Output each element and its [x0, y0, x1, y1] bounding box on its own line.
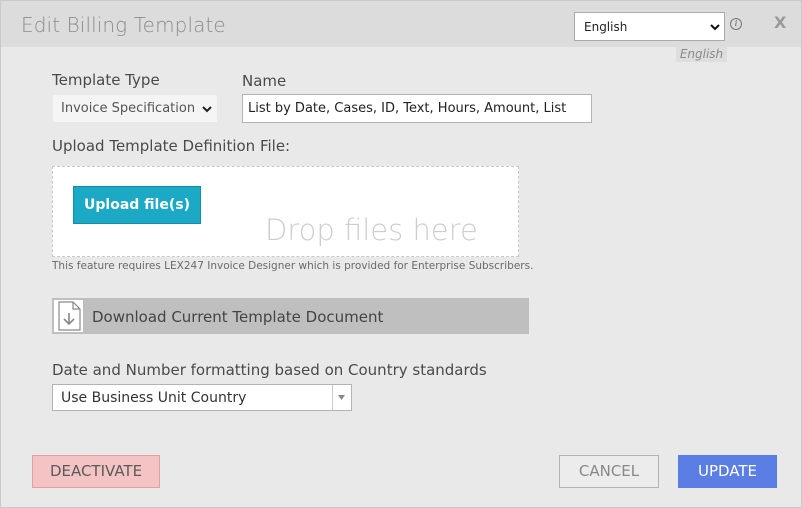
- template-type-value: Invoice Specification: [61, 101, 196, 116]
- download-icon: [54, 300, 84, 332]
- upload-label: Upload Template Definition File:: [52, 137, 291, 155]
- upload-files-button[interactable]: Upload file(s): [73, 186, 201, 224]
- formatting-label: Date and Number formatting based on Coun…: [52, 361, 487, 379]
- dialog-title: Edit Billing Template: [21, 13, 226, 37]
- feature-note: This feature requires LEX247 Invoice Des…: [52, 260, 534, 272]
- name-input[interactable]: List by Date, Cases, ID, Text, Hours, Am…: [242, 94, 592, 123]
- download-template-label: Download Current Template Document: [92, 308, 384, 326]
- edit-billing-template-dialog: Edit Billing Template English i X Englis…: [0, 0, 802, 508]
- country-format-select[interactable]: Use Business Unit Country: [52, 384, 352, 411]
- chevron-down-icon: [338, 395, 345, 400]
- download-template-button[interactable]: Download Current Template Document: [52, 298, 529, 334]
- drop-files-hint: Drop files here: [265, 213, 478, 247]
- language-tooltip: English: [676, 46, 727, 62]
- select-divider: [332, 385, 333, 410]
- name-label: Name: [242, 72, 287, 90]
- update-button[interactable]: UPDATE: [678, 455, 777, 488]
- template-type-select[interactable]: Invoice Specification: [52, 94, 218, 123]
- template-type-label: Template Type: [52, 71, 160, 89]
- cancel-button[interactable]: CANCEL: [559, 455, 659, 488]
- close-icon[interactable]: X: [774, 13, 786, 32]
- chevron-down-icon: [202, 106, 212, 113]
- deactivate-button[interactable]: DEACTIVATE: [32, 455, 160, 488]
- file-dropzone[interactable]: Upload file(s) Drop files here: [52, 166, 519, 257]
- language-select-value: English: [584, 20, 628, 34]
- country-format-value: Use Business Unit Country: [61, 390, 247, 406]
- language-select[interactable]: English: [574, 12, 725, 41]
- info-icon[interactable]: i: [730, 18, 742, 30]
- dialog-header: Edit Billing Template English i X: [1, 1, 801, 47]
- chevron-down-icon: [710, 24, 720, 31]
